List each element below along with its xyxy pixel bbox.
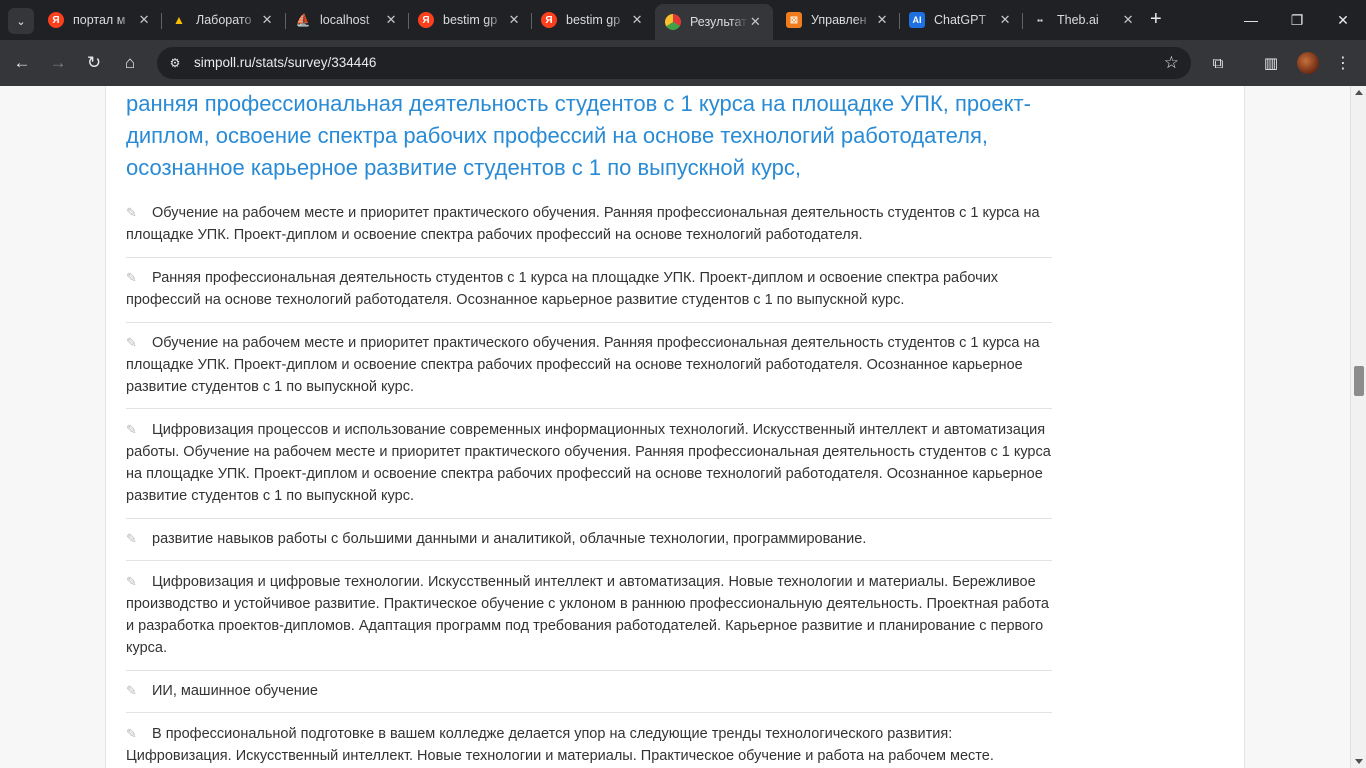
minimize-button[interactable]: — — [1228, 0, 1274, 40]
answer-text: Цифровизация процессов и использование с… — [126, 422, 1051, 504]
browser-toolbar: ← → ↻ ⌂ ⚙ simpoll.ru/stats/survey/334446… — [0, 40, 1366, 86]
scroll-down-arrow-icon[interactable] — [1355, 759, 1363, 764]
answer-item: ✎ ИИ, машинное обучение — [126, 680, 1052, 713]
theb-icon: ▪▪ — [1037, 15, 1043, 25]
tab-2[interactable]: ⛵ localhost ✕ — [285, 6, 409, 34]
close-icon[interactable]: ✕ — [506, 12, 522, 28]
scroll-up-arrow-icon[interactable] — [1355, 90, 1363, 95]
pma-icon: ⛵ — [295, 13, 311, 27]
answer-item: ✎ Обучение на рабочем месте и приоритет п… — [126, 202, 1052, 258]
answer-item: ✎ Ранняя профессиональная деятельность ст… — [126, 267, 1052, 323]
close-icon[interactable]: ✕ — [997, 12, 1013, 28]
url-text[interactable]: simpoll.ru/stats/survey/334446 — [194, 55, 376, 70]
answer-item: ✎ Цифровизация и цифровые технологии. Иск… — [126, 571, 1052, 671]
close-icon[interactable]: ✕ — [748, 14, 763, 30]
pencil-icon: ✎ — [126, 531, 137, 546]
page-viewport: ранняя профессиональная деятельность сту… — [0, 86, 1350, 768]
chevron-down-icon: ⌄ — [16, 15, 26, 28]
tab-1[interactable]: ▲ Лаборато ✕ — [161, 6, 285, 34]
tab-5-active[interactable]: Результат ✕ — [655, 4, 773, 40]
tab-strip: ⌄ Я портал м ✕ ▲ Лаборато ✕ ⛵ localhost … — [0, 0, 1366, 40]
answer-item: ✎ Обучение на рабочем месте и приоритет п… — [126, 332, 1052, 409]
tab-title: Theb.ai — [1057, 13, 1099, 27]
tab-title: Результат — [690, 15, 747, 29]
answer-item: ✎ В профессиональной подготовке в вашем к… — [126, 723, 1052, 767]
pencil-icon: ✎ — [126, 726, 137, 741]
pencil-icon: ✎ — [126, 574, 137, 589]
answer-text: В профессиональной подготовке в вашем ко… — [126, 726, 994, 764]
tab-3[interactable]: Я bestim gp ✕ — [408, 6, 532, 34]
tab-title: ChatGPT — [934, 13, 987, 27]
close-window-button[interactable]: ✕ — [1320, 0, 1366, 40]
tab-title: Лаборато — [196, 13, 252, 27]
tab-4[interactable]: Я bestim gp ✕ — [531, 6, 655, 34]
answer-text: Цифровизация и цифровые технологии. Иску… — [126, 574, 1049, 656]
side-panel-button[interactable]: ▥ — [1258, 50, 1284, 76]
tab-search-button[interactable]: ⌄ — [8, 8, 34, 34]
tab-title: bestim gp — [443, 13, 498, 27]
answer-text: ИИ, машинное обучение — [152, 683, 318, 699]
avatar[interactable] — [1297, 52, 1319, 74]
google-drive-icon: ▲ — [173, 13, 185, 27]
answer-text: Ранняя профессиональная деятельность сту… — [126, 270, 999, 308]
forward-button[interactable]: → — [45, 50, 71, 76]
tab-8[interactable]: ▪▪ Theb.ai ✕ — [1022, 6, 1146, 34]
menu-button[interactable]: ⋮ — [1330, 50, 1356, 76]
answer-item: ✎ Цифровизация процессов и использование … — [126, 419, 1052, 519]
answer-text: Обучение на рабочем месте и приоритет пр… — [126, 335, 1040, 395]
yandex-icon: Я — [541, 12, 557, 28]
close-icon[interactable]: ✕ — [136, 12, 152, 28]
pencil-icon: ✎ — [126, 683, 137, 698]
tab-6[interactable]: ⊠ Управлен ✕ — [776, 6, 900, 34]
tab-title: Управлен — [811, 13, 867, 27]
reload-button[interactable]: ↻ — [81, 50, 107, 76]
arrow-right-icon: → — [49, 53, 67, 72]
tab-0[interactable]: Я портал м ✕ — [38, 6, 162, 34]
orange-box-icon: ⊠ — [786, 12, 802, 28]
simpoll-icon — [665, 14, 681, 30]
pencil-icon: ✎ — [126, 270, 137, 285]
close-icon[interactable]: ✕ — [383, 12, 399, 28]
puzzle-icon: ⧉ — [1212, 54, 1224, 72]
restore-button[interactable]: ❐ — [1274, 0, 1320, 40]
tab-title: портал м — [73, 13, 126, 27]
close-icon: ✕ — [1337, 11, 1349, 28]
close-icon[interactable]: ✕ — [874, 12, 890, 28]
answer-heading: ранняя профессиональная деятельность сту… — [126, 91, 1031, 180]
vertical-scrollbar[interactable] — [1350, 86, 1366, 768]
home-button[interactable]: ⌂ — [117, 50, 143, 76]
back-button[interactable]: ← — [9, 50, 35, 76]
bookmark-star-icon[interactable]: ☆ — [1164, 53, 1179, 73]
close-icon[interactable]: ✕ — [1120, 12, 1136, 28]
close-icon[interactable]: ✕ — [629, 12, 645, 28]
answer-item: ✎ развитие навыков работы с большими данн… — [126, 528, 1052, 561]
arrow-left-icon: ← — [13, 53, 31, 72]
restore-icon: ❐ — [1290, 11, 1304, 28]
pencil-icon: ✎ — [126, 422, 137, 437]
tab-title: localhost — [320, 13, 370, 27]
side-panel-icon: ▥ — [1263, 55, 1279, 72]
pencil-icon: ✎ — [126, 335, 137, 350]
yandex-icon: Я — [418, 12, 434, 28]
answer-text: развитие навыков работы с большими данны… — [152, 531, 867, 547]
close-icon[interactable]: ✕ — [259, 12, 275, 28]
home-icon: ⌂ — [124, 53, 136, 72]
reload-icon: ↻ — [86, 53, 102, 72]
site-info-icon[interactable]: ⚙ — [167, 55, 183, 71]
kebab-menu-icon: ⋮ — [1335, 55, 1351, 72]
tab-7[interactable]: AI ChatGPT ✕ — [899, 6, 1023, 34]
scrollbar-thumb[interactable] — [1354, 366, 1364, 396]
extensions-button[interactable]: ⧉ — [1205, 50, 1231, 76]
yandex-icon: Я — [48, 12, 64, 28]
new-tab-button[interactable]: + — [1150, 9, 1162, 29]
minimize-icon: — — [1244, 12, 1258, 28]
answer-text: Обучение на рабочем месте и приоритет пр… — [126, 205, 1040, 243]
tab-title: bestim gp — [566, 13, 621, 27]
pencil-icon: ✎ — [126, 205, 137, 220]
address-bar[interactable]: ⚙ simpoll.ru/stats/survey/334446 ☆ — [157, 47, 1191, 79]
ai-icon: AI — [909, 12, 925, 28]
